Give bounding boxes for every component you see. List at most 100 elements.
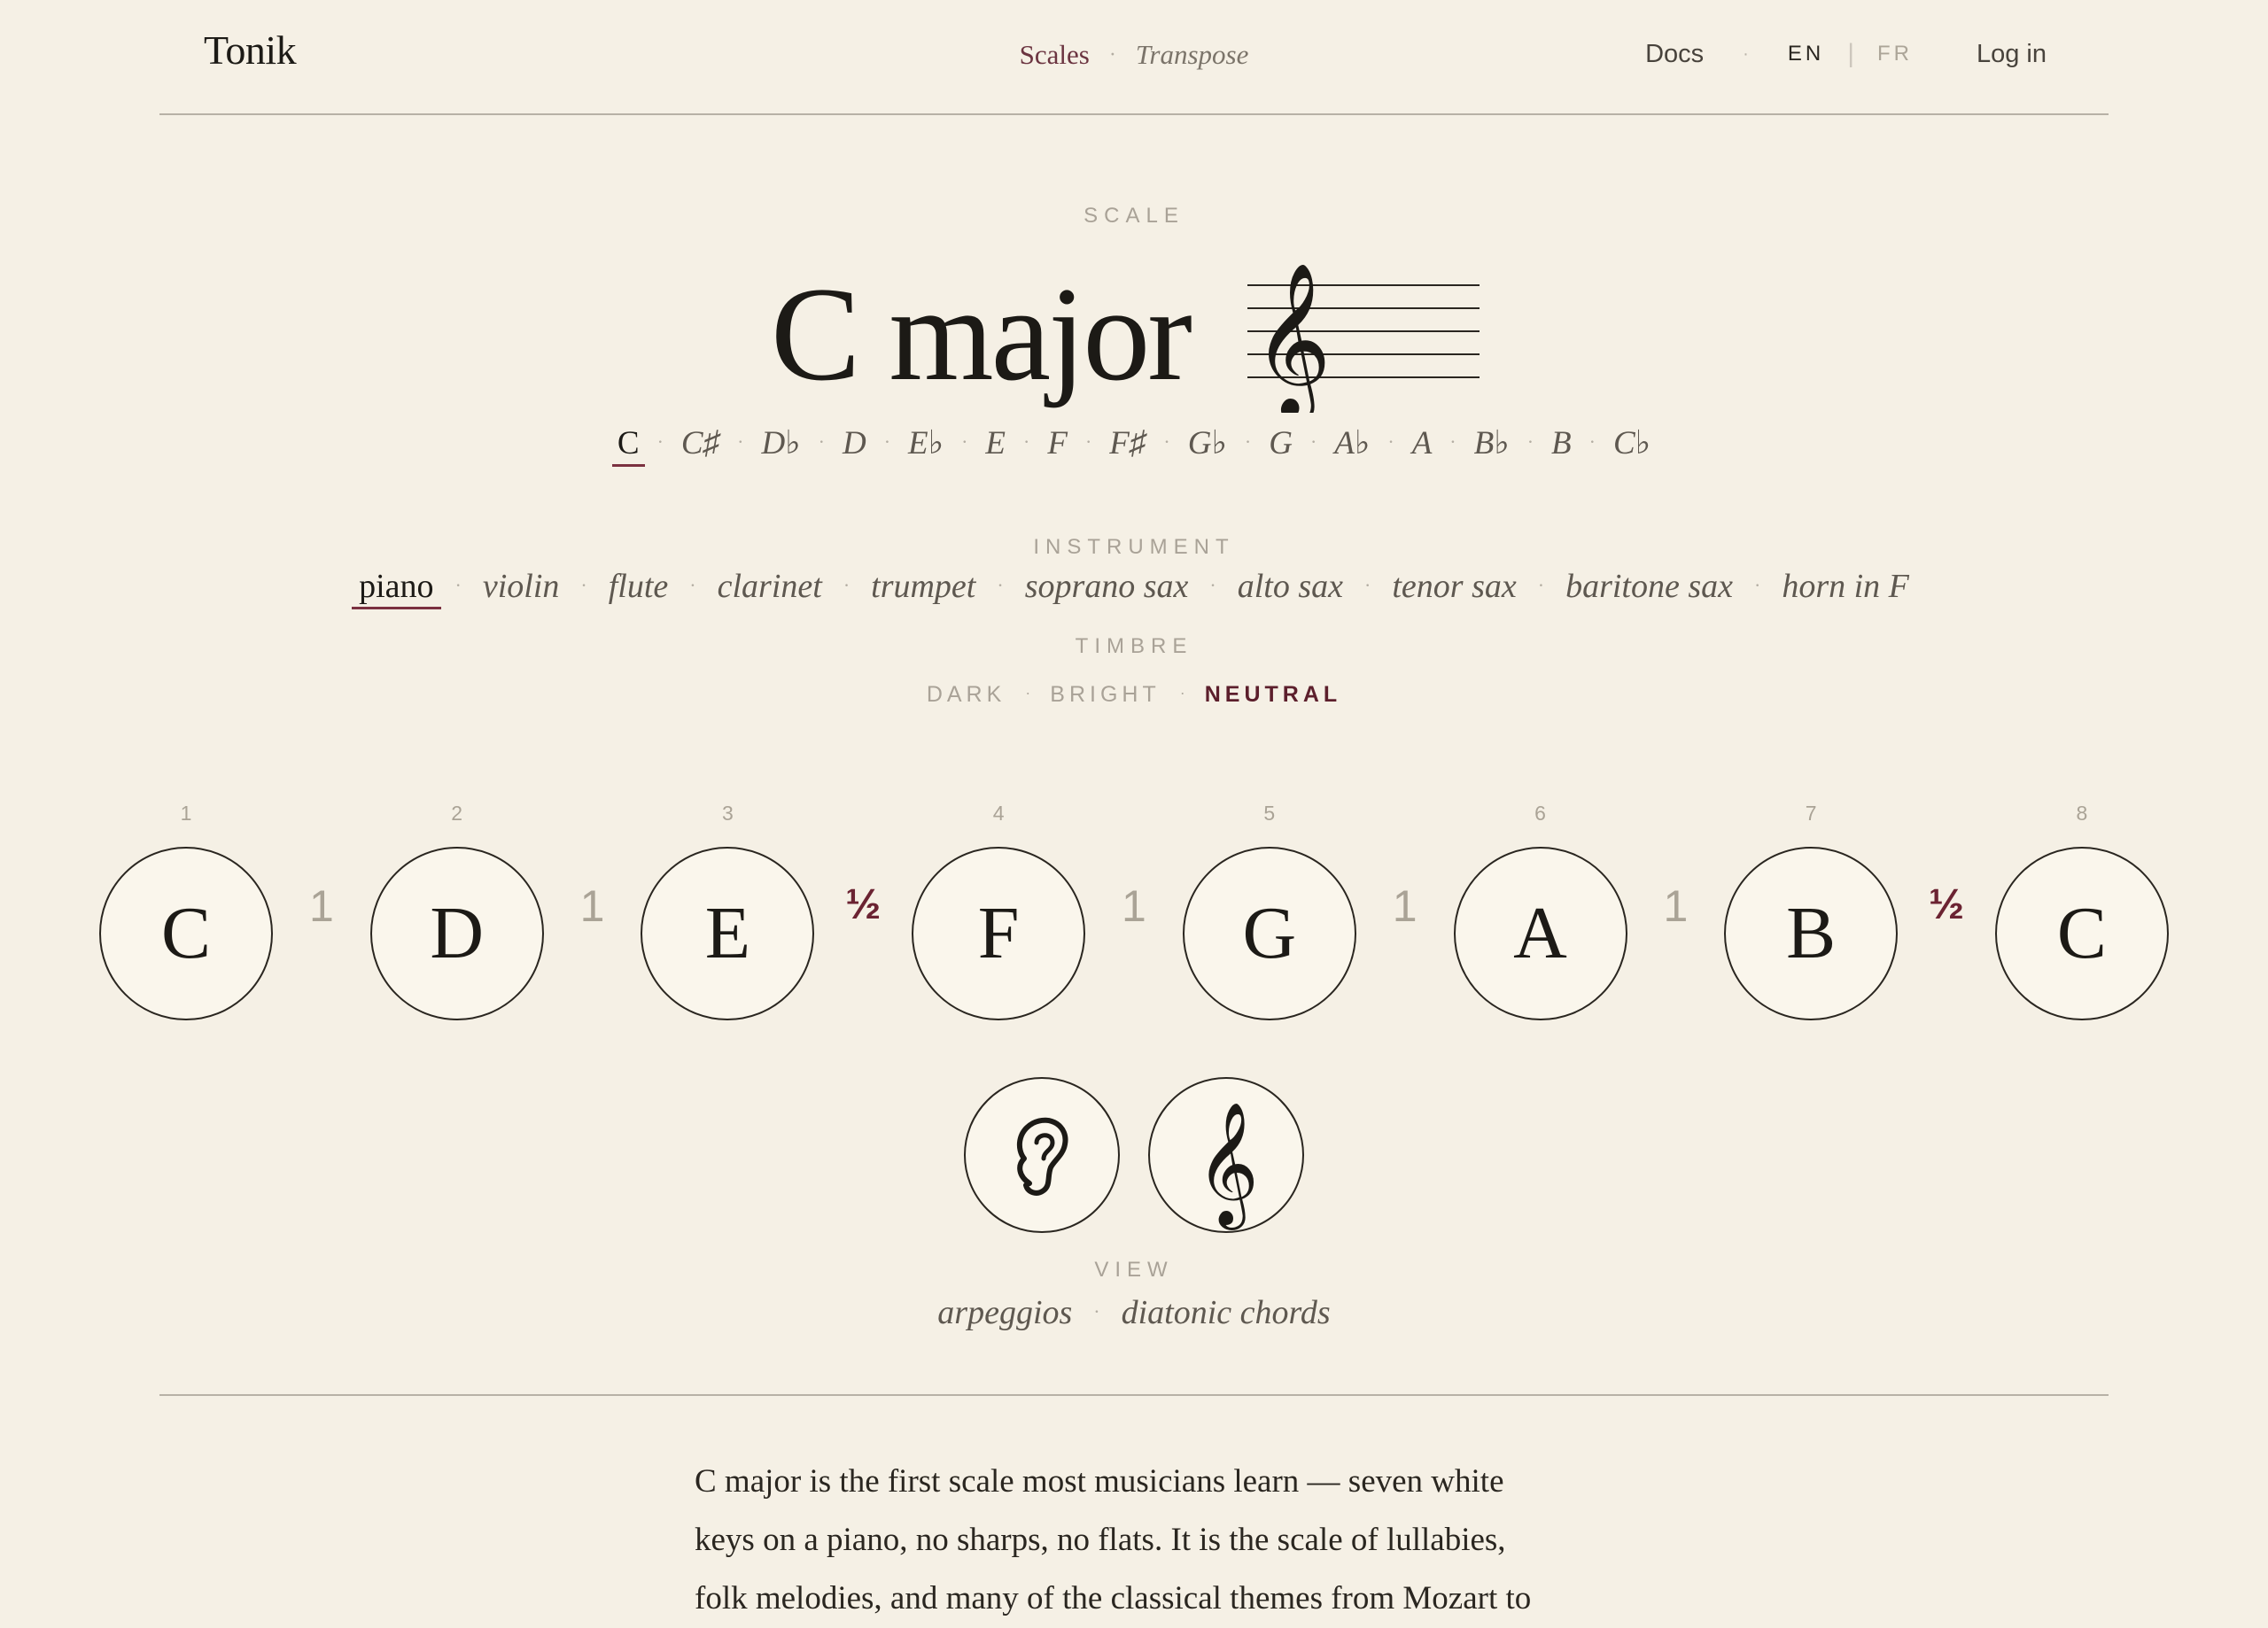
timbre-label: TIMBRE (1075, 634, 1193, 658)
instrument-option[interactable]: piano (352, 567, 441, 609)
timbre-option[interactable]: NEUTRAL (1205, 682, 1341, 707)
key-option[interactable]: A♭ (1329, 423, 1375, 462)
lang-divider: | (1847, 39, 1854, 68)
account-nav: Docs · EN | FR Log in (1645, 39, 2047, 69)
view-label: VIEW (1094, 1258, 1174, 1282)
degree-number: 8 (2076, 802, 2088, 825)
timbre-option[interactable]: BRIGHT (1050, 682, 1160, 707)
key-option[interactable]: F (1042, 424, 1073, 462)
login-link[interactable]: Log in (1977, 40, 2047, 69)
view-arpeggios-link[interactable]: arpeggios (937, 1294, 1072, 1331)
key-option[interactable]: C♭ (1608, 423, 1656, 462)
instrument-option[interactable]: flute (602, 567, 676, 606)
key-option[interactable]: B♭ (1469, 423, 1515, 462)
key-option[interactable]: B (1546, 424, 1577, 462)
step-interval: 1 (1663, 881, 1689, 931)
instrument-option[interactable]: violin (476, 567, 567, 606)
staff-clef-icon: 𝄞 (1247, 262, 1480, 413)
step-interval: 1 (1122, 881, 1146, 931)
view-diatonic-chords-link[interactable]: diatonic chords (1122, 1294, 1331, 1331)
key-option[interactable]: C♯ (676, 424, 725, 462)
view-separator: · (1093, 1300, 1100, 1322)
note-letter: F (977, 892, 1020, 974)
key-separator: · (1023, 430, 1030, 453)
ear-icon (1016, 1117, 1068, 1196)
key-option[interactable]: F♯ (1104, 424, 1151, 462)
key-option[interactable]: E♭ (903, 423, 949, 462)
note-circle[interactable]: D (369, 847, 544, 1020)
instrument-separator: · (580, 574, 587, 596)
key-separator: · (1163, 430, 1170, 453)
degree-number: 1 (180, 802, 192, 825)
degree-number: 5 (1263, 802, 1276, 825)
timbre-option[interactable]: DARK (927, 682, 1006, 707)
note-circle[interactable]: B (1724, 847, 1899, 1020)
listen-button[interactable] (964, 1077, 1120, 1233)
key-separator: · (1449, 430, 1456, 453)
key-selector: C · C♯ · D♭ · D · E♭ · E · F · F♯ · G♭ · G · A♭ · A · B♭ · B · C♭ (0, 423, 2268, 467)
key-option[interactable]: C (611, 424, 645, 467)
step-interval: 1 (308, 881, 334, 931)
instrument-option[interactable]: clarinet (711, 567, 829, 606)
nav-separator: · (1743, 43, 1749, 64)
key-separator: · (656, 430, 664, 453)
key-separator: · (818, 430, 825, 453)
instrument-separator: · (1754, 574, 1761, 596)
note-letter: G (1242, 892, 1297, 974)
instrument-option[interactable]: alto sax (1231, 567, 1350, 606)
note-circle[interactable]: C (1994, 847, 2169, 1020)
note-letter: E (704, 892, 751, 974)
instrument-selector: piano · violin · flute · clarinet · trumpet · sopr… (0, 567, 2268, 609)
key-option[interactable]: A (1407, 424, 1438, 462)
treble-clef-icon: 𝄞 (1196, 1102, 1259, 1230)
timbre-separator: · (1025, 684, 1031, 702)
key-option[interactable]: G♭ (1183, 423, 1232, 462)
page-title: C major (771, 260, 1192, 408)
key-separator: · (1588, 430, 1596, 453)
notation-button[interactable]: 𝄞 (1148, 1077, 1304, 1233)
instrument-option[interactable]: tenor sax (1385, 567, 1523, 606)
step-interval: ½ (845, 881, 882, 928)
note-letter: C (160, 892, 212, 974)
step-interval: 1 (579, 881, 605, 931)
step-interval: ½ (1929, 881, 1965, 928)
timbre-separator: · (1179, 684, 1185, 702)
docs-link[interactable]: Docs (1645, 40, 1704, 69)
key-option[interactable]: D (837, 424, 872, 462)
nav-scales-link[interactable]: Scales (1020, 39, 1090, 70)
note-circle[interactable]: F (912, 847, 1086, 1020)
key-option[interactable]: D♭ (756, 423, 805, 462)
nav-separator: · (1108, 43, 1116, 66)
note-circle[interactable]: C (99, 847, 273, 1020)
key-separator: · (737, 430, 744, 453)
top-navbar: Tonik Scales · Transpose Docs · EN | FR Lo… (159, 0, 2109, 115)
instrument-separator: · (454, 574, 462, 596)
instrument-option[interactable]: baritone sax (1558, 567, 1740, 606)
note-circle[interactable]: A (1453, 847, 1627, 1020)
scale-description: C major is the first scale most musician… (695, 1463, 1532, 1616)
instrument-label: INSTRUMENT (1033, 535, 1235, 559)
key-separator: · (1309, 430, 1317, 453)
lang-fr-toggle[interactable]: FR (1877, 42, 1913, 66)
instrument-option[interactable]: soprano sax (1018, 567, 1196, 606)
key-separator: · (961, 430, 968, 453)
key-separator: · (1526, 430, 1534, 453)
nav-transpose-link[interactable]: Transpose (1136, 39, 1248, 70)
view-selector: arpeggios · diatonic chords (0, 1293, 2268, 1332)
instrument-option[interactable]: trumpet (864, 567, 983, 606)
instrument-separator: · (689, 574, 696, 596)
instrument-separator: · (1364, 574, 1371, 596)
note-circle[interactable]: E (641, 847, 815, 1020)
degree-number: 4 (992, 802, 1005, 825)
instrument-separator: · (1537, 574, 1545, 596)
key-separator: · (1387, 430, 1394, 453)
svg-text:𝄞: 𝄞 (1253, 262, 1332, 413)
instrument-option[interactable]: horn in F (1775, 567, 1916, 606)
instrument-separator: · (1209, 574, 1216, 596)
key-option[interactable]: G (1263, 424, 1298, 462)
step-interval: 1 (1392, 881, 1418, 931)
instrument-separator: · (843, 574, 850, 596)
lang-en-toggle[interactable]: EN (1788, 42, 1824, 66)
key-option[interactable]: E (980, 424, 1011, 462)
note-circle[interactable]: G (1182, 847, 1356, 1020)
